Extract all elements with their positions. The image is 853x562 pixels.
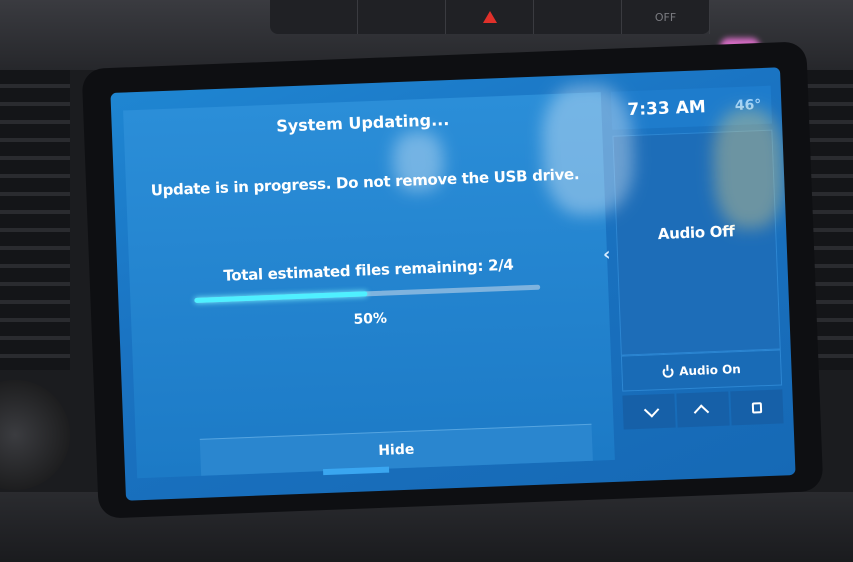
page-indicator: [323, 466, 390, 476]
panel-controls: [622, 389, 784, 430]
dialog-message: Update is in progress. Do not remove the…: [150, 165, 580, 200]
dashboard-button-row: OFF: [270, 0, 710, 34]
traction-off-button[interactable]: OFF: [622, 0, 710, 34]
screen-reflection: [392, 130, 445, 193]
dialog-title: System Updating...: [275, 110, 450, 136]
power-icon: [661, 366, 674, 378]
scroll-up-button[interactable]: [676, 391, 730, 428]
audio-on-label: Audio On: [678, 362, 742, 379]
progress-percent: 50%: [353, 310, 388, 328]
panel-switch-button[interactable]: [730, 389, 784, 426]
scroll-down-button[interactable]: [622, 393, 676, 430]
chevron-down-icon: [643, 401, 659, 418]
hide-button[interactable]: Hide: [199, 423, 593, 476]
dashboard-button[interactable]: [358, 0, 446, 34]
hazard-icon: [482, 11, 497, 23]
audio-on-button[interactable]: Audio On: [620, 349, 783, 392]
clock: 7:33 AM: [627, 97, 707, 121]
chevron-left-icon[interactable]: ‹: [603, 244, 611, 265]
progress-label: Total estimated files remaining: 2/4: [223, 255, 514, 285]
air-vent-left: [0, 70, 70, 370]
screen-reflection: [711, 107, 787, 230]
progress-bar-fill: [194, 291, 368, 303]
chevron-up-icon: [693, 403, 709, 420]
volume-knob[interactable]: [0, 380, 70, 490]
hazard-button[interactable]: [446, 0, 534, 34]
dashboard-button[interactable]: [534, 0, 622, 34]
dashboard-button[interactable]: [270, 0, 358, 34]
panels-icon: [751, 401, 763, 414]
progress-bar: [194, 284, 541, 303]
infotainment-screen: System Updating... Update is in progress…: [110, 67, 796, 501]
screen-reflection: [540, 83, 636, 217]
update-dialog: System Updating... Update is in progress…: [123, 92, 615, 479]
